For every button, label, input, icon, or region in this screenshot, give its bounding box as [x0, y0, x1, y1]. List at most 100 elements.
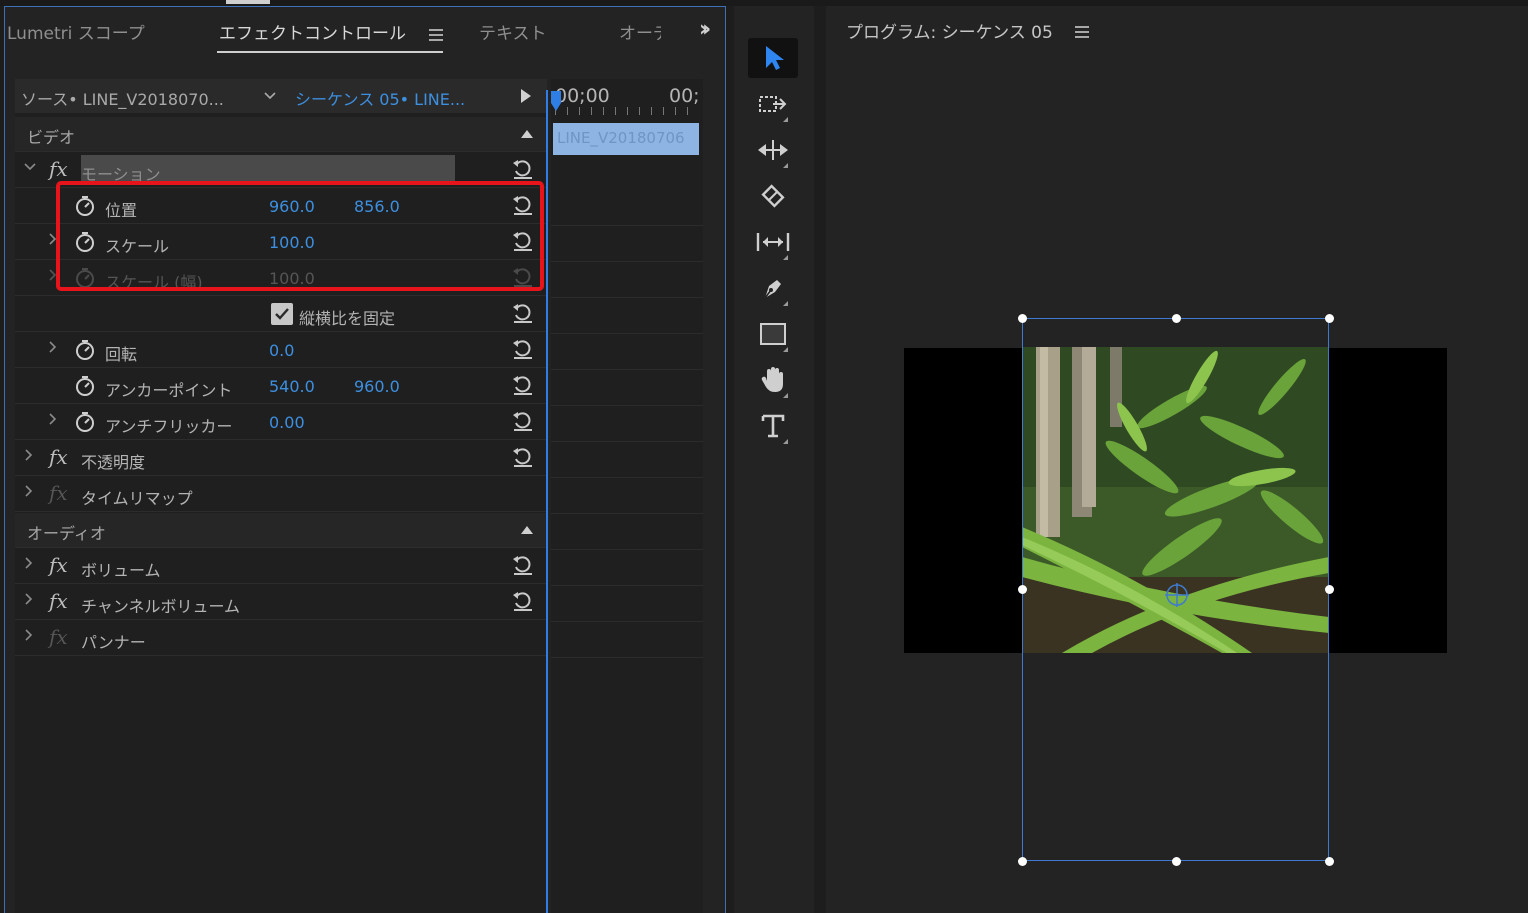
collapse-up-icon[interactable]	[521, 130, 533, 138]
hand-tool-icon[interactable]	[748, 360, 798, 400]
track-select-tool-icon[interactable]	[748, 84, 798, 124]
timeline-clip[interactable]: LINE_V20180706	[553, 123, 699, 155]
twirl-closed-icon[interactable]	[23, 555, 35, 575]
uniform-scale-label: 縦横比を固定	[299, 309, 396, 328]
effect-name-time-remap: タイムリマップ	[81, 489, 193, 508]
anchor-point-icon[interactable]	[1163, 581, 1191, 609]
panel-menu-icon[interactable]	[1075, 26, 1089, 38]
timecode-end: 00;	[669, 85, 700, 107]
fx-icon[interactable]: fx	[49, 157, 68, 181]
selection-tool-icon[interactable]	[748, 38, 798, 78]
timecode-start: 00;00	[555, 85, 610, 107]
source-clip-label[interactable]: ソース• LINE_V2018070...	[21, 86, 224, 110]
reset-icon[interactable]	[511, 553, 535, 577]
stopwatch-icon[interactable]	[75, 339, 95, 361]
video-section-header[interactable]: ビデオ	[15, 117, 547, 152]
transform-handle-top-left[interactable]	[1018, 314, 1027, 323]
effect-row-time-remap[interactable]: fx タイムリマップ	[15, 477, 547, 512]
stopwatch-icon[interactable]	[75, 411, 95, 433]
reset-icon[interactable]	[511, 157, 535, 181]
ripple-edit-tool-icon[interactable]	[748, 130, 798, 170]
effect-row-panner[interactable]: fx パンナー	[15, 621, 547, 656]
time-ruler[interactable]: 00;00 00;	[551, 79, 703, 117]
audio-section-header[interactable]: オーディオ	[15, 513, 547, 548]
twirl-closed-icon[interactable]	[47, 339, 59, 359]
reset-icon[interactable]	[511, 589, 535, 613]
param-row-antiflicker: アンチフリッカー 0.00	[15, 405, 547, 440]
effect-timeline[interactable]: 00;00 00; LINE_V20180706	[551, 79, 703, 913]
twirl-open-icon[interactable]	[23, 159, 37, 179]
tab-text[interactable]: テキスト	[479, 19, 547, 44]
sequence-clip-label[interactable]: シーケンス 05• LINE...	[295, 86, 465, 110]
rectangle-tool-icon[interactable]	[748, 314, 798, 354]
clip-name: LINE_V20180706	[557, 129, 685, 147]
twirl-closed-icon[interactable]	[23, 483, 35, 503]
rotation-value[interactable]: 0.0	[269, 341, 294, 360]
fx-icon[interactable]: fx	[49, 445, 68, 469]
uniform-scale-checkbox[interactable]	[271, 303, 293, 325]
program-monitor-title: プログラム: シーケンス 05	[846, 23, 1053, 43]
panel-menu-icon[interactable]	[429, 29, 443, 41]
tab-lumetri-scopes[interactable]: Lumetri スコープ	[7, 19, 145, 44]
twirl-closed-icon[interactable]	[23, 627, 35, 647]
effect-name-volume: ボリューム	[81, 561, 161, 580]
effect-row-channel-volume[interactable]: fx チャンネルボリューム	[15, 585, 547, 620]
tab-effect-controls[interactable]: エフェクトコントロール	[219, 19, 406, 44]
effect-name-channel-volume: チャンネルボリューム	[81, 597, 241, 616]
twirl-closed-icon[interactable]	[23, 447, 35, 467]
effect-controls-panel: Lumetri スコープ エフェクトコントロール テキスト オーデ ›› ソース…	[4, 6, 726, 913]
chevron-down-icon[interactable]	[263, 89, 277, 105]
tab-audio-mixer[interactable]: オーデ	[619, 19, 661, 44]
anchor-y-value[interactable]: 960.0	[354, 377, 400, 396]
effect-name-opacity: 不透明度	[81, 453, 146, 472]
transform-handle-top-right[interactable]	[1325, 314, 1334, 323]
effect-name-panner: パンナー	[81, 633, 146, 652]
razor-tool-icon[interactable]	[748, 176, 798, 216]
source-sequence-row: ソース• LINE_V2018070... シーケンス 05• LINE...	[15, 79, 547, 113]
reset-icon[interactable]	[511, 445, 535, 469]
fx-icon[interactable]: fx	[49, 553, 68, 577]
fx-icon: fx	[49, 625, 68, 649]
slip-tool-icon[interactable]	[748, 222, 798, 262]
ruler-ticks	[555, 107, 699, 115]
param-row-rotation: 回転 0.0	[15, 333, 547, 368]
type-tool-icon[interactable]	[748, 406, 798, 446]
pen-tool-icon[interactable]	[748, 268, 798, 308]
param-label-rotation: 回転	[105, 345, 138, 364]
twirl-closed-icon[interactable]	[23, 591, 35, 611]
reset-icon[interactable]	[511, 373, 535, 397]
transform-handle-bottom[interactable]	[1172, 857, 1181, 866]
play-icon[interactable]	[521, 89, 531, 103]
param-row-uniform-scale: 縦横比を固定	[15, 297, 547, 332]
transform-handle-bottom-right[interactable]	[1325, 857, 1334, 866]
effect-row-volume[interactable]: fx ボリューム	[15, 549, 547, 584]
tools-panel	[734, 6, 814, 913]
active-tab-underline	[217, 51, 443, 53]
more-tabs-icon[interactable]: ››	[699, 17, 711, 42]
effect-row-opacity[interactable]: fx 不透明度	[15, 441, 547, 476]
program-monitor: プログラム: シーケンス 05	[826, 6, 1528, 913]
transform-handle-bottom-left[interactable]	[1018, 857, 1027, 866]
panel-tab-bar: Lumetri スコープ エフェクトコントロール テキスト オーデ ››	[5, 7, 725, 57]
anchor-x-value[interactable]: 540.0	[269, 377, 315, 396]
twirl-closed-icon[interactable]	[47, 411, 59, 431]
fx-icon[interactable]: fx	[49, 589, 68, 613]
panel-drag-nub[interactable]	[226, 0, 270, 4]
audio-section-title: オーディオ	[27, 524, 106, 543]
transform-handle-left[interactable]	[1018, 585, 1027, 594]
param-label-antiflicker: アンチフリッカー	[105, 417, 233, 436]
transform-handle-right[interactable]	[1325, 585, 1334, 594]
stopwatch-icon[interactable]	[75, 375, 95, 397]
reset-icon[interactable]	[511, 409, 535, 433]
reset-icon[interactable]	[511, 301, 535, 325]
highlight-box	[56, 181, 544, 291]
antiflicker-value[interactable]: 0.00	[269, 413, 305, 432]
transform-handle-top[interactable]	[1172, 314, 1181, 323]
fx-icon: fx	[49, 481, 68, 505]
transform-bounding-box[interactable]	[1018, 314, 1334, 866]
collapse-up-icon[interactable]	[521, 526, 533, 534]
param-row-anchor-point: アンカーポイント 540.0 960.0	[15, 369, 547, 404]
reset-icon[interactable]	[511, 337, 535, 361]
video-section-title: ビデオ	[27, 128, 76, 147]
playhead-line[interactable]	[546, 90, 548, 913]
